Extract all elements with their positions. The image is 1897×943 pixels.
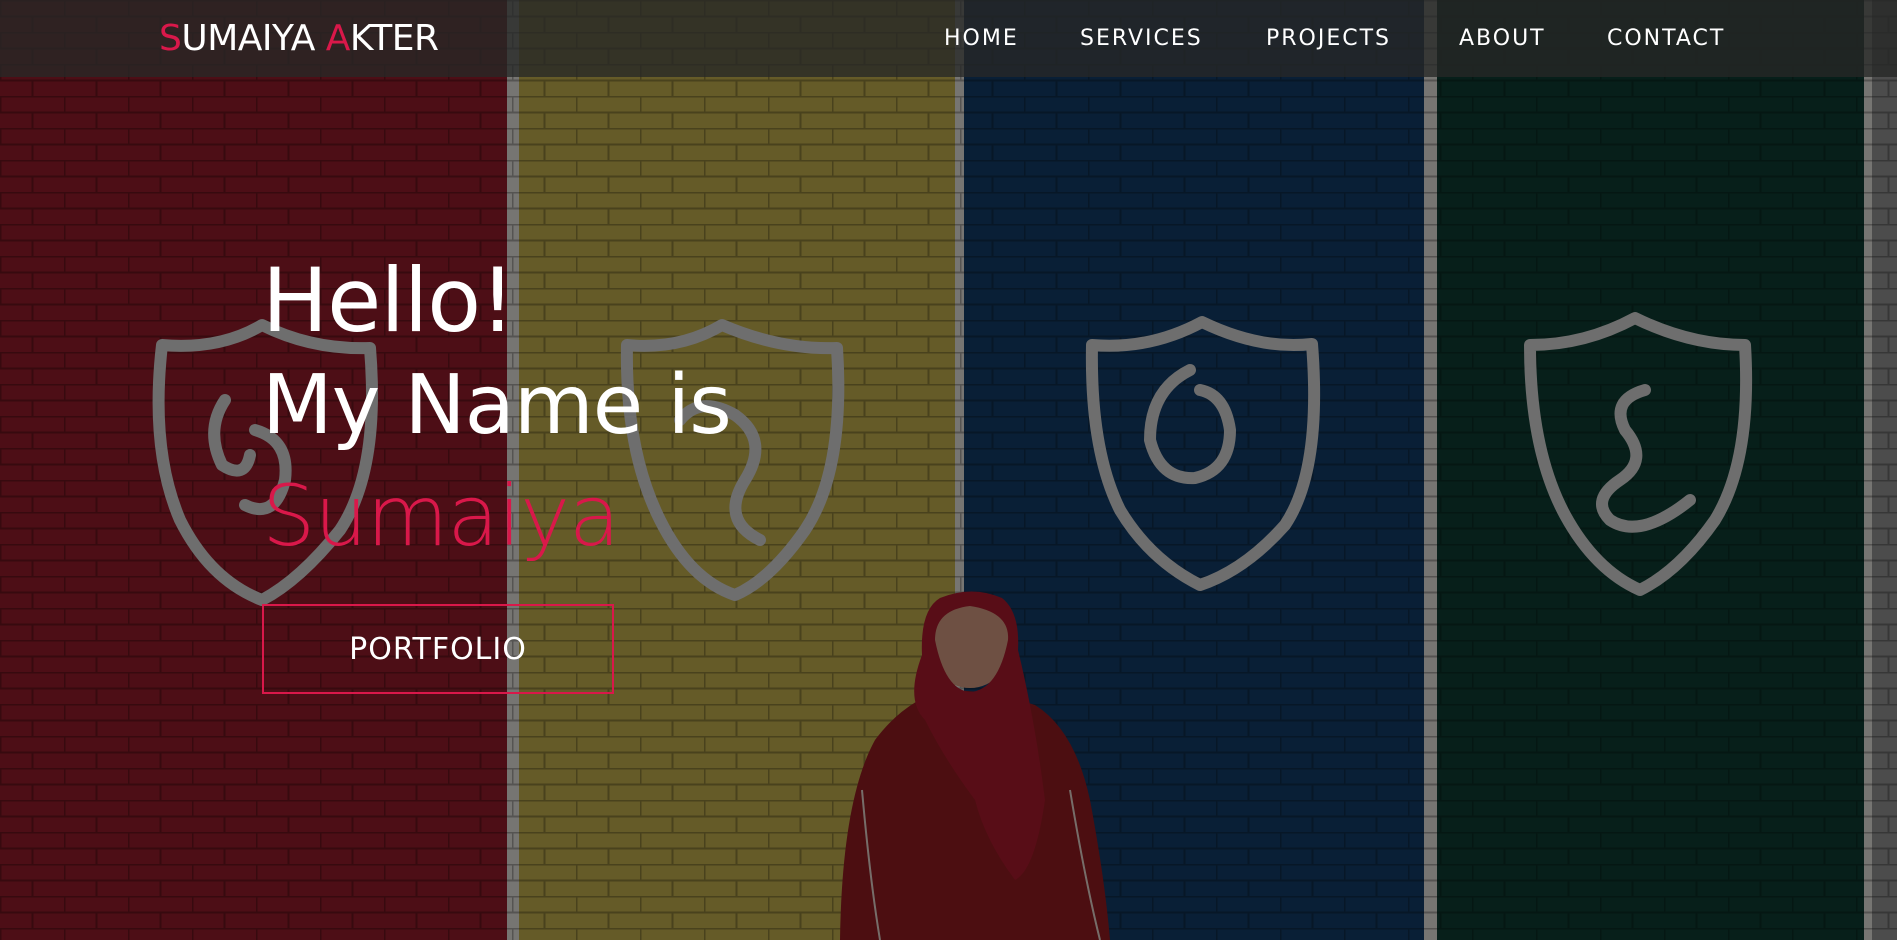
logo-first-rest: UMAIYA: [181, 18, 326, 59]
portfolio-button-label: PORTFOLIO: [349, 631, 527, 667]
portfolio-button[interactable]: PORTFOLIO: [262, 604, 614, 694]
hero-name: Sumaiya: [262, 467, 620, 565]
nav-link-services[interactable]: SERVICES: [1080, 24, 1203, 54]
logo-first-initial: S: [159, 18, 182, 59]
page: SUMAIYA AKTER HOME SERVICES PROJECTS ABO…: [0, 0, 1897, 943]
nav-link-projects[interactable]: PROJECTS: [1266, 24, 1391, 54]
hero-greeting: Hello!: [262, 249, 515, 352]
logo-last-initial: A: [325, 18, 351, 59]
hero-intro: My Name is: [262, 358, 732, 453]
nav-link-home[interactable]: HOME: [944, 24, 1019, 54]
hero-section: SUMAIYA AKTER HOME SERVICES PROJECTS ABO…: [0, 0, 1897, 940]
site-logo[interactable]: SUMAIYA AKTER: [159, 17, 439, 61]
nav-link-contact[interactable]: CONTACT: [1607, 24, 1725, 54]
nav-link-about[interactable]: ABOUT: [1459, 24, 1546, 54]
logo-last-rest: KTER: [349, 18, 439, 59]
top-navigation-bar: SUMAIYA AKTER HOME SERVICES PROJECTS ABO…: [0, 0, 1897, 77]
